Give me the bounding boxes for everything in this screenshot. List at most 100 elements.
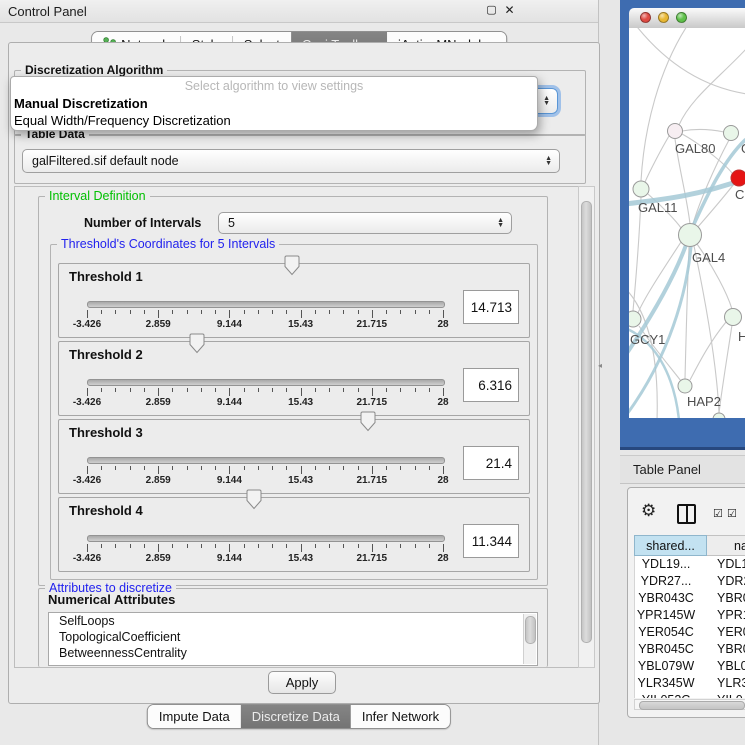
slider-thumb[interactable]: [189, 333, 205, 354]
minimize-light[interactable]: [658, 12, 669, 23]
table-row[interactable]: YBL079WYBL0: [635, 658, 745, 675]
cell-shared-name[interactable]: YLR345W: [635, 675, 697, 692]
network-node-gal11[interactable]: [633, 181, 649, 197]
checkbox-select-all-icon[interactable]: ☑: [727, 507, 737, 520]
splitter-collapse-icon[interactable]: ◂: [598, 361, 602, 370]
zoom-light[interactable]: [676, 12, 687, 23]
cell-shared-name[interactable]: YDL19...: [635, 556, 697, 573]
attribute-item[interactable]: SelfLoops: [49, 613, 537, 629]
network-edge: [634, 28, 745, 94]
cell-name[interactable]: YDR2: [697, 573, 745, 590]
slider-thumb[interactable]: [246, 489, 262, 510]
network-node-gal4[interactable]: [679, 224, 702, 247]
network-edge: [641, 28, 689, 181]
cell-name[interactable]: YLR3: [697, 675, 745, 692]
tick-mark: [244, 466, 245, 470]
slider-track[interactable]: [87, 379, 445, 386]
network-node[interactable]: [713, 413, 725, 418]
cell-name[interactable]: YDL1: [697, 556, 745, 573]
table-row[interactable]: YIL052CYIL0: [635, 692, 745, 698]
tick-mark: [215, 310, 216, 314]
apply-button[interactable]: Apply: [268, 671, 336, 694]
node-label: GAL11: [638, 200, 678, 215]
tick-mark: [386, 388, 387, 392]
tab-impute-data[interactable]: Impute Data: [148, 705, 241, 728]
cell-name[interactable]: YPR1: [697, 607, 745, 624]
table-row[interactable]: YDL19...YDL1: [635, 556, 745, 573]
tick-mark: [329, 388, 330, 392]
numerical-attributes-list[interactable]: SelfLoopsTopologicalCoefficientBetweenne…: [48, 612, 538, 666]
cell-shared-name[interactable]: YPR145W: [635, 607, 697, 624]
gear-icon[interactable]: ⚙: [641, 501, 656, 521]
cell-shared-name[interactable]: YIL052C: [635, 692, 697, 698]
column-header-name[interactable]: na: [707, 535, 745, 556]
network-node-c[interactable]: [731, 170, 745, 186]
table-data-select[interactable]: galFiltered.sif default node ▲▼: [22, 149, 560, 173]
slider-track[interactable]: [87, 535, 445, 542]
tab-infer-network[interactable]: Infer Network: [351, 705, 450, 728]
network-node-hap2[interactable]: [678, 379, 692, 393]
attribute-item[interactable]: BetweennessCentrality: [49, 645, 537, 661]
cell-name[interactable]: YIL0: [697, 692, 745, 698]
network-node-ga[interactable]: [724, 126, 739, 141]
algorithm-dropdown-popup: Select algorithm to view settings Manual…: [10, 76, 538, 131]
tab-discretize-data[interactable]: Discretize Data: [241, 705, 351, 728]
columns-icon[interactable]: [677, 504, 696, 524]
tick-mark: [415, 310, 416, 314]
cell-shared-name[interactable]: YER054C: [635, 624, 697, 641]
attribute-item[interactable]: TopologicalCoefficient: [49, 629, 537, 645]
scrollbar-thumb[interactable]: [581, 201, 592, 643]
tick-label: 2.859: [146, 397, 171, 408]
tick-mark: [315, 544, 316, 548]
scrollbar-thumb[interactable]: [525, 616, 536, 644]
tick-mark: [272, 544, 273, 548]
slider-thumb[interactable]: [284, 255, 300, 276]
attributes-scrollbar[interactable]: [523, 614, 536, 664]
table-row[interactable]: YDR27...YDR2: [635, 573, 745, 590]
cell-shared-name[interactable]: YBR043C: [635, 590, 697, 607]
threshold-value-field[interactable]: 6.316: [463, 368, 519, 402]
table-row[interactable]: YPR145WYPR1: [635, 607, 745, 624]
tick-mark: [201, 388, 202, 392]
scrollbar-thumb[interactable]: [639, 701, 745, 710]
column-header-shared-name[interactable]: shared...: [634, 535, 707, 556]
algorithm-item-manual[interactable]: Manual Discretization: [14, 96, 148, 111]
cell-shared-name[interactable]: YBL079W: [635, 658, 697, 675]
slider-track[interactable]: [87, 301, 445, 308]
table-row[interactable]: YER054CYER0: [635, 624, 745, 641]
cell-shared-name[interactable]: YDR27...: [635, 573, 697, 590]
table-row[interactable]: YBR043CYBR0: [635, 590, 745, 607]
control-panel-window: Control Panel ▢ ✕ NetworkStyleSelectCyni…: [0, 0, 599, 745]
tick-mark: [172, 544, 173, 548]
network-canvas[interactable]: GAL80GACGAL11GAL4GCY1HHAP2: [629, 28, 745, 418]
threshold-label: Threshold 2: [69, 347, 143, 362]
float-window-icon[interactable]: ▢: [484, 3, 499, 16]
number-of-intervals-select[interactable]: 5 ▲▼: [218, 212, 512, 234]
threshold-value-field[interactable]: 14.713: [463, 290, 519, 324]
slider-track[interactable]: [87, 457, 445, 464]
tick-label: 21.715: [357, 319, 388, 330]
table-row[interactable]: YBR045CYBR0: [635, 641, 745, 658]
algorithm-item-equal-width[interactable]: Equal Width/Frequency Discretization: [14, 113, 231, 128]
algorithm-placeholder-item[interactable]: Select algorithm to view settings: [11, 79, 537, 93]
network-node-gcy1[interactable]: [629, 311, 641, 327]
checkbox-select-icon[interactable]: ☑: [713, 507, 723, 520]
close-light[interactable]: [640, 12, 651, 23]
node-label: GA: [741, 141, 745, 156]
cell-name[interactable]: YBL0: [697, 658, 745, 675]
tick-label: 2.859: [146, 475, 171, 486]
threshold-value-field[interactable]: 11.344: [463, 524, 519, 558]
close-panel-icon[interactable]: ✕: [502, 3, 517, 17]
table-row[interactable]: YLR345WYLR3: [635, 675, 745, 692]
cell-name[interactable]: YER0: [697, 624, 745, 641]
table-horizontal-scrollbar[interactable]: [634, 699, 745, 710]
cell-name[interactable]: YBR0: [697, 641, 745, 658]
network-node-h[interactable]: [725, 309, 742, 326]
tick-label: 21.715: [357, 475, 388, 486]
settings-vertical-scrollbar[interactable]: [578, 186, 595, 668]
cell-shared-name[interactable]: YBR045C: [635, 641, 697, 658]
slider-thumb[interactable]: [360, 411, 376, 432]
cell-name[interactable]: YBR0: [697, 590, 745, 607]
threshold-value-field[interactable]: 21.4: [463, 446, 519, 480]
network-node-gal80[interactable]: [668, 124, 683, 139]
